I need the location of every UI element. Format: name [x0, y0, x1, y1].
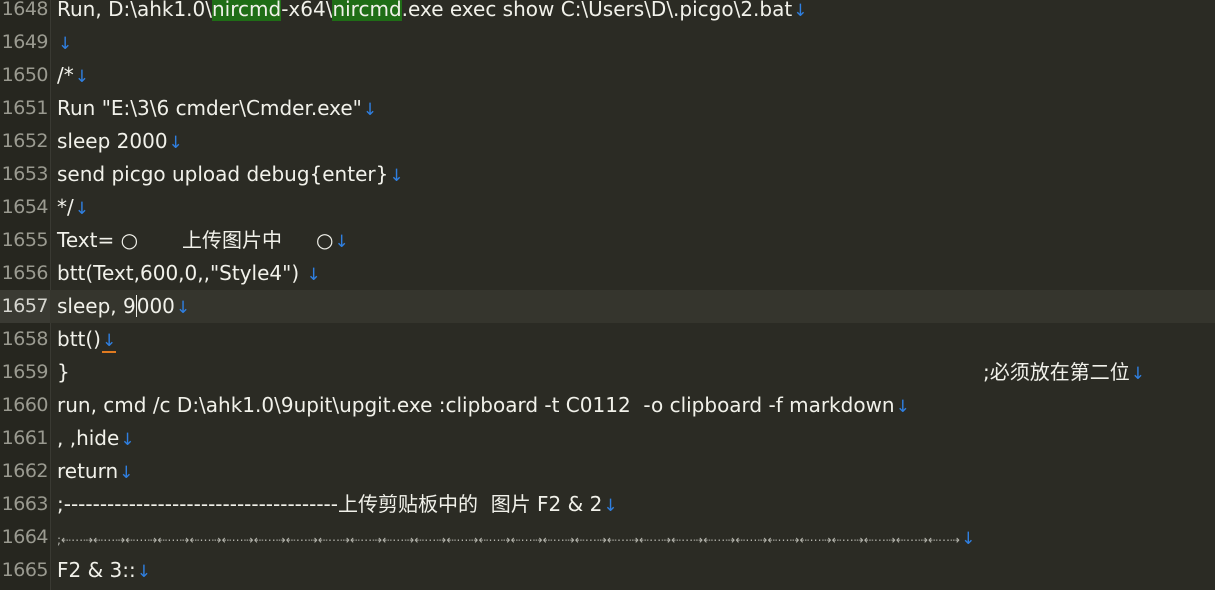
- line-text[interactable]: send picgo upload debug{enter}↓: [57, 158, 404, 191]
- line-text[interactable]: */↓: [57, 191, 89, 224]
- tab-markers: ;⇠⋯⇢⇠⋯⇢⇠⋯⇢⇠⋯⇢⇠⋯⇢⇠⋯⇢⇠⋯⇢⇠⋯⇢⇠⋯⇢⇠⋯⇢⇠⋯⇢⇠⋯⇢⇠⋯⇢…: [57, 533, 961, 547]
- code-line[interactable]: 1653 send picgo upload debug{enter}↓: [0, 158, 1215, 191]
- line-number: 1650: [1, 64, 49, 86]
- line-number: 1648: [1, 0, 49, 20]
- newline-icon: ↓: [793, 1, 808, 21]
- current-line[interactable]: 1657 sleep, 9000↓: [0, 290, 1215, 323]
- newline-icon: ↓: [74, 199, 89, 219]
- newline-icon: ↓: [362, 100, 378, 120]
- code-line[interactable]: 1656 btt(Text,600,0,,"Style4") ↓: [0, 257, 1215, 290]
- newline-icon: ↓: [1130, 364, 1145, 384]
- search-highlight: nircmd: [332, 0, 402, 21]
- newline-icon: ↓: [961, 529, 976, 549]
- line-number: 1663: [1, 493, 49, 515]
- line-text[interactable]: ;⇠⋯⇢⇠⋯⇢⇠⋯⇢⇠⋯⇢⇠⋯⇢⇠⋯⇢⇠⋯⇢⇠⋯⇢⇠⋯⇢⇠⋯⇢⇠⋯⇢⇠⋯⇢⇠⋯⇢…: [57, 521, 975, 554]
- newline-icon: ↓: [101, 331, 117, 353]
- line-text[interactable]: sleep 2000↓: [57, 125, 183, 158]
- code-line[interactable]: 1652 sleep 2000↓: [0, 125, 1215, 158]
- line-text[interactable]: Run, D:\ahk1.0\nircmd-x64\nircmd.exe exe…: [57, 0, 807, 26]
- code-line[interactable]: 1654 */↓: [0, 191, 1215, 224]
- line-number: 1664: [1, 526, 49, 548]
- newline-icon: ↓: [334, 232, 349, 252]
- line-number: 1661: [1, 427, 49, 449]
- code-line[interactable]: 1662 return↓: [0, 455, 1215, 488]
- code-line[interactable]: 1661 , ,hide↓: [0, 422, 1215, 455]
- newline-icon: ↓: [58, 34, 73, 54]
- code-line[interactable]: 1663 ;----------------------------------…: [0, 488, 1215, 521]
- line-text[interactable]: btt()↓: [57, 323, 117, 356]
- newline-icon: ↓: [120, 430, 135, 450]
- line-number: 1658: [1, 328, 49, 350]
- code-line[interactable]: 1650 /*↓: [0, 59, 1215, 92]
- line-text[interactable]: /*↓: [57, 59, 89, 92]
- code-line[interactable]: 1655 Text= ○ 上传图片中 ○↓: [0, 224, 1215, 257]
- line-text[interactable]: btt(Text,600,0,,"Style4") ↓: [57, 257, 321, 290]
- line-number: 1662: [1, 460, 49, 482]
- line-number: 1654: [1, 196, 49, 218]
- line-number: 1653: [1, 163, 49, 185]
- code-line[interactable]: 1648 Run, D:\ahk1.0\nircmd-x64\nircmd.ex…: [0, 0, 1215, 26]
- line-text[interactable]: }: [57, 356, 70, 389]
- line-number: 1659: [1, 361, 49, 383]
- code-line[interactable]: 1658 btt()↓: [0, 323, 1215, 356]
- line-number: 1656: [1, 262, 49, 284]
- line-text[interactable]: ;--------------------------------------上…: [57, 488, 618, 521]
- line-text[interactable]: ↓: [57, 26, 72, 59]
- newline-icon: ↓: [168, 133, 183, 153]
- newline-icon: ↓: [175, 298, 191, 318]
- line-text[interactable]: Text= ○ 上传图片中 ○↓: [57, 224, 349, 257]
- line-text[interactable]: run, cmd /c D:\ahk1.0\9upit\upgit.exe :c…: [57, 389, 910, 422]
- newline-icon: ↓: [389, 166, 404, 186]
- newline-icon: ↓: [136, 562, 151, 582]
- code-editor[interactable]: 1648 Run, D:\ahk1.0\nircmd-x64\nircmd.ex…: [0, 0, 1215, 590]
- newline-icon: ↓: [603, 496, 618, 516]
- code-line[interactable]: 1665 F2 & 3::↓: [0, 554, 1215, 587]
- line-comment[interactable]: ;必须放在第二位↓: [983, 356, 1145, 391]
- line-text[interactable]: Run "E:\3\6 cmder\Cmder.exe"↓: [57, 92, 377, 125]
- line-number: 1649: [1, 31, 49, 53]
- line-text[interactable]: return↓: [57, 455, 133, 488]
- code-line[interactable]: 1664 ;⇠⋯⇢⇠⋯⇢⇠⋯⇢⇠⋯⇢⇠⋯⇢⇠⋯⇢⇠⋯⇢⇠⋯⇢⇠⋯⇢⇠⋯⇢⇠⋯⇢⇠…: [0, 521, 1215, 554]
- line-number: 1660: [1, 394, 49, 416]
- line-text[interactable]: , ,hide↓: [57, 422, 135, 455]
- newline-icon: ↓: [74, 67, 89, 87]
- line-number: 1657: [0, 290, 50, 323]
- newline-icon: ↓: [306, 265, 321, 285]
- newline-icon: ↓: [119, 463, 134, 483]
- search-highlight: nircmd: [212, 0, 282, 21]
- line-text[interactable]: F2 & 3::↓: [57, 554, 151, 587]
- line-number: 1665: [1, 559, 49, 581]
- line-number: 1652: [1, 130, 49, 152]
- newline-icon: ↓: [895, 397, 910, 417]
- code-lines: 1648 Run, D:\ahk1.0\nircmd-x64\nircmd.ex…: [0, 0, 1215, 587]
- code-line[interactable]: 1651 Run "E:\3\6 cmder\Cmder.exe"↓: [0, 92, 1215, 125]
- line-number: 1655: [1, 229, 49, 251]
- code-line[interactable]: 1660 run, cmd /c D:\ahk1.0\9upit\upgit.e…: [0, 389, 1215, 422]
- code-line[interactable]: 1649 ↓: [0, 26, 1215, 59]
- code-line[interactable]: 1659 } ;必须放在第二位↓: [0, 356, 1215, 389]
- line-number: 1651: [1, 97, 49, 119]
- line-text[interactable]: sleep, 9000↓: [57, 290, 190, 323]
